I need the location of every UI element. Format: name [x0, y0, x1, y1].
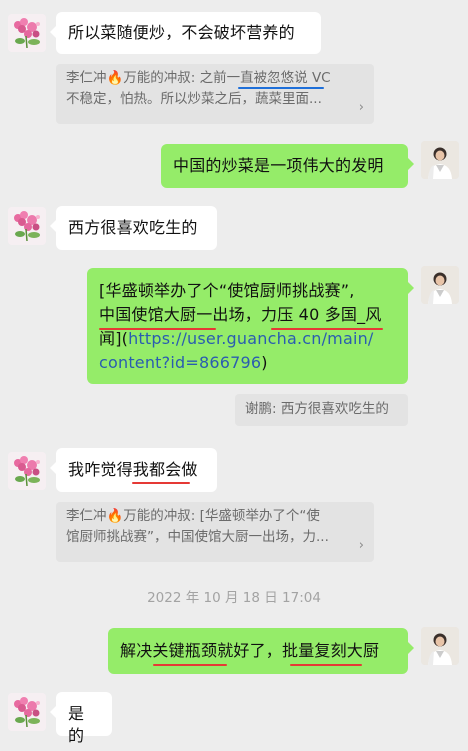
- message-text: 西方很喜欢吃生的: [68, 218, 198, 237]
- highlight-underline: [132, 482, 190, 484]
- person-avatar-icon: [421, 266, 459, 304]
- message-bubble[interactable]: 西方很喜欢吃生的: [50, 206, 217, 250]
- message-bubble[interactable]: 中国的炒菜是一项伟大的发明: [161, 144, 414, 188]
- quoted-reply[interactable]: 李仁冲🔥万能的冲叔: [华盛顿举办了个“使 馆厨师挑战赛”，中国使馆大厨一出场，…: [56, 502, 374, 562]
- chevron-right-icon: ›: [358, 538, 364, 553]
- highlight-underline: [290, 664, 362, 666]
- message-bubble[interactable]: 解决关键瓶颈就好了，批量复刻大厨: [108, 628, 414, 674]
- quoted-reply[interactable]: 李仁冲🔥万能的冲叔: 之前一直被忽悠说 VC 不稳定，怕热。所以炒菜之后，蔬菜里…: [56, 64, 374, 124]
- message-fragment: ): [261, 353, 268, 372]
- message-line: [华盛顿举办了个“使馆厨师挑战赛”,: [99, 281, 355, 300]
- my-avatar[interactable]: [421, 266, 459, 304]
- contact-avatar[interactable]: [8, 207, 46, 245]
- highlight-underline: [99, 328, 216, 330]
- message-text: 是的: [68, 704, 85, 745]
- highlight-underline: [271, 328, 383, 330]
- highlight-underline: [238, 87, 324, 89]
- timestamp: 2022 年 10 月 18 日 17:04: [147, 590, 321, 606]
- message-text: 所以菜随便炒，不会破坏营养的: [68, 23, 295, 42]
- flower-avatar-icon: [8, 207, 46, 245]
- quote-line: 谢鹏: 西方很喜欢吃生的: [245, 401, 389, 417]
- quote-line: 馆厨师挑战赛”，中国使馆大厨一出场，力...: [66, 529, 329, 545]
- message-line: content?id=866796): [99, 351, 396, 375]
- article-link[interactable]: https://user.guancha.cn/main/: [128, 329, 373, 348]
- message-line: 闻](https://user.guancha.cn/main/: [99, 327, 396, 351]
- quote-line: 不稳定，怕热。所以炒菜之后，蔬菜里面...: [66, 91, 322, 107]
- quote-line: 李仁冲🔥万能的冲叔: 之前一直被忽悠说 VC: [66, 70, 331, 86]
- my-avatar[interactable]: [421, 141, 459, 179]
- flower-avatar-icon: [8, 693, 46, 731]
- message-text: 中国的炒菜是一项伟大的发明: [173, 156, 384, 175]
- message-text: 解决关键瓶颈就好了，批量复刻大厨: [120, 641, 380, 660]
- contact-avatar[interactable]: [8, 14, 46, 52]
- article-link-cont[interactable]: content?id=866796: [99, 353, 261, 372]
- highlight-underline: [153, 664, 227, 666]
- flower-avatar-icon: [8, 452, 46, 490]
- message-line: 中国使馆大厨一出场，力压 40 多国_风: [99, 305, 382, 324]
- message-bubble[interactable]: 所以菜随便炒，不会破坏营养的: [50, 12, 321, 54]
- flower-avatar-icon: [8, 14, 46, 52]
- person-avatar-icon: [421, 627, 459, 665]
- message-fragment: 闻](: [99, 329, 129, 348]
- message-text: 我咋觉得我都会做: [68, 460, 198, 479]
- person-avatar-icon: [421, 141, 459, 179]
- message-bubble[interactable]: 是的: [50, 692, 112, 745]
- chevron-right-icon: ›: [358, 100, 364, 115]
- quote-line: 李仁冲🔥万能的冲叔: [华盛顿举办了个“使: [66, 508, 320, 524]
- my-avatar[interactable]: [421, 627, 459, 665]
- quoted-reply[interactable]: 谢鹏: 西方很喜欢吃生的: [235, 394, 408, 426]
- contact-avatar[interactable]: [8, 452, 46, 490]
- message-bubble[interactable]: [华盛顿举办了个“使馆厨师挑战赛”, 中国使馆大厨一出场，力压 40 多国_风 …: [87, 268, 414, 384]
- contact-avatar[interactable]: [8, 693, 46, 731]
- message-bubble[interactable]: 我咋觉得我都会做: [50, 448, 217, 492]
